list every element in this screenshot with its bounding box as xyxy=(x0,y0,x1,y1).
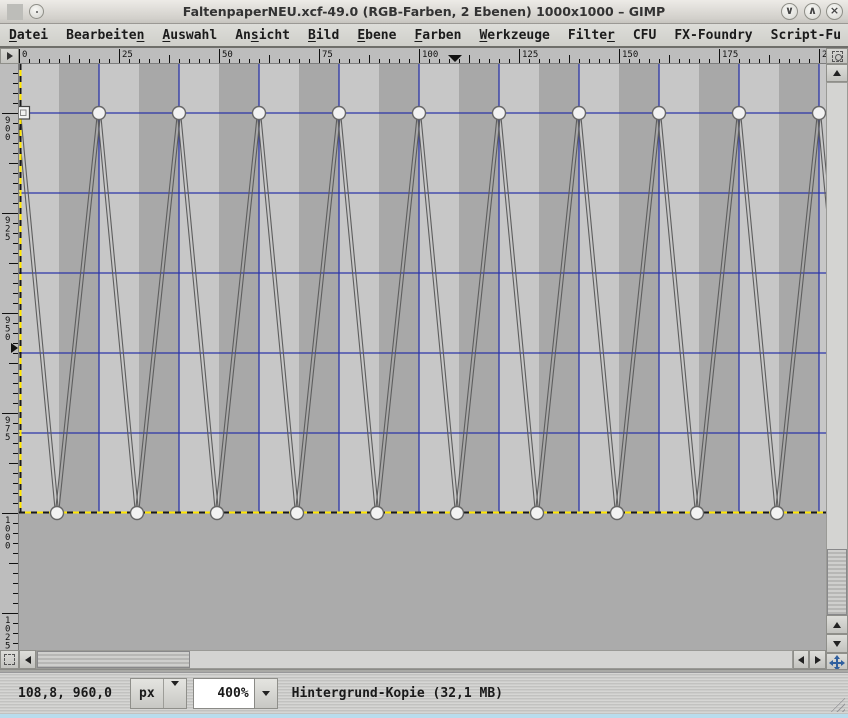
chevron-down-icon xyxy=(164,686,186,701)
cursor-position: 108,8, 960,0 xyxy=(18,686,126,701)
arrow-right-icon xyxy=(815,656,821,664)
status-message: Hintergrund-Kopie (32,1 MB) xyxy=(292,686,503,701)
svg-text:200: 200 xyxy=(822,50,826,60)
arrow-left-icon xyxy=(25,656,31,664)
maximize-button[interactable]: ∧ xyxy=(804,3,821,20)
scroll-up-button[interactable] xyxy=(826,64,848,82)
canvas-drawing xyxy=(19,64,826,650)
vertical-scrollbar-thumb[interactable] xyxy=(827,549,847,615)
triangle-right-icon xyxy=(7,52,13,60)
menu-bar: DateiBearbeitenAuswahlAnsichtBildEbeneFa… xyxy=(0,24,848,48)
unit-dropdown[interactable]: px xyxy=(130,678,187,709)
svg-text:125: 125 xyxy=(522,50,538,60)
svg-text:75: 75 xyxy=(322,50,333,60)
menu-bild[interactable]: Bild xyxy=(299,28,348,43)
vertical-ruler[interactable]: 90092595097510001025 xyxy=(0,64,19,650)
scroll-right-button[interactable] xyxy=(809,650,826,669)
zoom-follow-window-toggle[interactable] xyxy=(826,48,848,64)
svg-text:0: 0 xyxy=(5,333,10,343)
svg-text:0: 0 xyxy=(5,133,10,143)
horizontal-ruler[interactable]: 0 25 50 75 100 125 150 175 200 xyxy=(19,48,826,64)
menu-farben[interactable]: Farben xyxy=(405,28,470,43)
menu-ansicht[interactable]: Ansicht xyxy=(226,28,299,43)
scroll-left-button-secondary[interactable] xyxy=(793,650,809,669)
mouse-y-marker xyxy=(11,343,18,353)
menu-cfu[interactable]: CFU xyxy=(624,28,665,43)
menu-bearbeiten[interactable]: Bearbeiten xyxy=(57,28,153,43)
zoom-combo: 400% xyxy=(193,678,278,709)
menu-script-fu[interactable]: Script-Fu xyxy=(762,28,848,43)
status-bar: 108,8, 960,0 px 400% Hintergrund-Kopie (… xyxy=(0,672,848,714)
resize-grip[interactable] xyxy=(830,697,845,712)
zoom-input[interactable]: 400% xyxy=(193,678,255,709)
arrow-left-icon xyxy=(798,656,804,664)
svg-text:100: 100 xyxy=(422,50,438,60)
svg-text:5: 5 xyxy=(5,642,10,651)
svg-text:175: 175 xyxy=(722,50,738,60)
horizontal-scrollbar-thumb[interactable] xyxy=(37,651,190,668)
svg-text:0: 0 xyxy=(5,542,10,552)
svg-text:150: 150 xyxy=(622,50,638,60)
image-menu-button[interactable] xyxy=(0,48,19,64)
scroll-up-button-secondary[interactable] xyxy=(826,615,848,634)
arrow-up-icon xyxy=(833,70,841,76)
svg-text:5: 5 xyxy=(5,433,10,443)
vertical-scrollbar[interactable] xyxy=(826,82,848,615)
svg-text:0: 0 xyxy=(22,50,27,60)
unit-label: px xyxy=(131,686,163,701)
v-ruler-scale: 90092595097510001025 xyxy=(0,64,19,650)
menu-werkzeuge[interactable]: Werkzeuge xyxy=(470,28,558,43)
window-bottom-edge xyxy=(0,714,848,718)
svg-text:5: 5 xyxy=(5,233,10,243)
chevron-down-icon xyxy=(262,691,270,696)
arrow-up-icon xyxy=(833,622,841,628)
svg-text:50: 50 xyxy=(222,50,233,60)
gimp-window: FaltenpaperNEU.xcf-49.0 (RGB-Farben, 2 E… xyxy=(0,0,848,718)
zoom-dropdown-button[interactable] xyxy=(255,678,278,709)
scroll-left-button[interactable] xyxy=(19,650,36,669)
menu-ebene[interactable]: Ebene xyxy=(348,28,405,43)
off-canvas-area xyxy=(19,513,826,650)
scroll-down-button[interactable] xyxy=(826,634,848,653)
quick-mask-toggle[interactable] xyxy=(0,650,19,669)
menu-fx-foundry[interactable]: FX-Foundry xyxy=(665,28,761,43)
minimize-button[interactable]: ∨ xyxy=(781,3,798,20)
title-bar[interactable]: FaltenpaperNEU.xcf-49.0 (RGB-Farben, 2 E… xyxy=(0,0,848,24)
menu-filter[interactable]: Filter xyxy=(559,28,624,43)
menu-auswahl[interactable]: Auswahl xyxy=(153,28,226,43)
quick-mask-icon xyxy=(4,654,15,665)
close-button[interactable]: × xyxy=(826,3,843,20)
h-ruler-scale: 0 25 50 75 100 125 150 175 200 xyxy=(19,48,826,64)
arrow-down-icon xyxy=(833,641,841,647)
menu-datei[interactable]: Datei xyxy=(0,28,57,43)
window-title: FaltenpaperNEU.xcf-49.0 (RGB-Farben, 2 E… xyxy=(0,0,848,24)
zoom-fit-icon xyxy=(832,51,843,62)
svg-text:25: 25 xyxy=(122,50,133,60)
image-canvas[interactable] xyxy=(19,64,826,650)
